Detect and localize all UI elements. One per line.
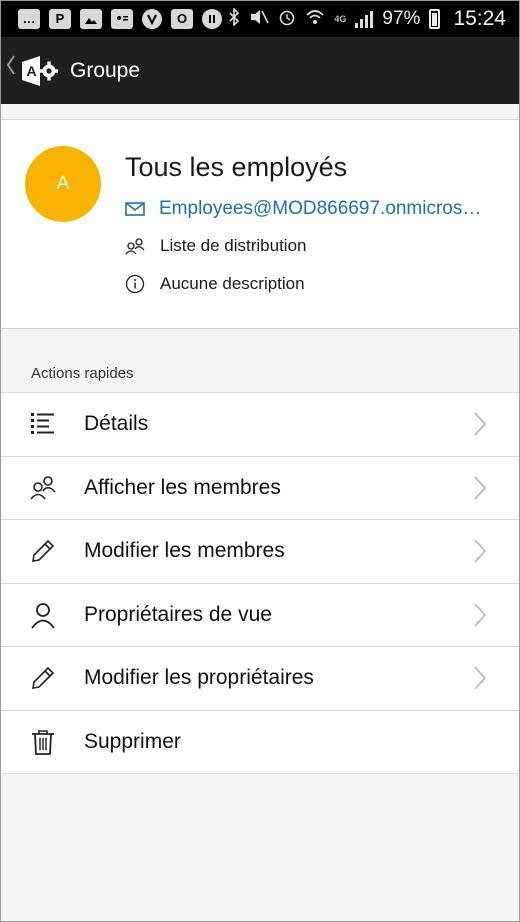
outlook-icon: O (171, 8, 193, 29)
action-label: Supprimer (84, 729, 181, 753)
action-view-owners[interactable]: Propriétaires de vue (0, 584, 520, 647)
notification-icons: … P O (0, 8, 222, 29)
bluetooth-icon (228, 7, 240, 29)
mail-icon (125, 202, 145, 216)
chevron-left-icon[interactable] (6, 52, 16, 83)
info-icon (125, 274, 145, 294)
battery-percent: 97% (382, 7, 421, 29)
mute-icon (249, 8, 270, 29)
action-view-members[interactable]: Afficher les membres (0, 457, 520, 520)
admin-logo-icon[interactable]: A (20, 54, 58, 88)
chevron-right-icon (474, 412, 487, 436)
group-email-link[interactable]: Employees@MOD866697.onmicros… (159, 198, 481, 220)
action-edit-members[interactable]: Modifier les membres (0, 520, 520, 584)
email-row[interactable]: Employees@MOD866697.onmicros… (125, 198, 481, 220)
pencil-icon (32, 540, 55, 563)
chevron-right-icon (474, 476, 487, 500)
wifi-icon (305, 8, 325, 29)
quick-actions-list: Détails Afficher les membres Modifier le… (0, 392, 520, 774)
action-label: Détails (84, 412, 149, 436)
action-label: Afficher les membres (84, 475, 281, 499)
group-description-row: Aucune description (125, 274, 305, 294)
p-icon: P (49, 8, 71, 29)
battery-icon (429, 8, 441, 29)
id-card-icon (111, 8, 133, 29)
group-name: Tous les employés (125, 152, 348, 182)
action-delete[interactable]: Supprimer (0, 711, 520, 774)
group-description: Aucune description (160, 274, 305, 293)
app-bar: A Groupe (0, 37, 520, 104)
action-details[interactable]: Détails (0, 393, 520, 457)
avatar: A (25, 146, 101, 222)
alarm-icon (278, 8, 296, 29)
page-title: Groupe (70, 58, 141, 82)
chevron-right-icon (474, 603, 487, 627)
people-icon (30, 475, 56, 500)
list-icon (31, 413, 54, 435)
status-bar: … P O 4G 97% 15:24 (0, 0, 520, 37)
clock: 15:24 (453, 6, 506, 30)
network-type: 4G (334, 13, 347, 24)
system-indicators: 4G 97% 15:24 (228, 7, 520, 31)
pause-icon (202, 8, 222, 29)
action-label: Modifier les membres (84, 539, 285, 563)
trash-icon (32, 729, 54, 755)
section-header-quick-actions: Actions rapides (31, 365, 134, 382)
group-type: Liste de distribution (160, 236, 307, 255)
action-label: Propriétaires de vue (84, 602, 272, 626)
people-icon (125, 238, 145, 255)
svg-text:A: A (27, 63, 37, 79)
action-edit-owners[interactable]: Modifier les propriétaires (0, 647, 520, 711)
chevron-right-icon (474, 539, 487, 563)
pencil-icon (32, 667, 55, 690)
signal-icon (355, 10, 374, 28)
chevron-right-icon (474, 666, 487, 690)
chat-icon: … (18, 8, 40, 29)
group-profile-card: A Tous les employés Employees@MOD866697.… (0, 119, 520, 329)
action-label: Modifier les propriétaires (84, 666, 314, 690)
image-icon (80, 8, 102, 29)
shield-icon (142, 8, 162, 29)
group-type-row: Liste de distribution (125, 236, 306, 256)
person-icon (31, 602, 55, 629)
